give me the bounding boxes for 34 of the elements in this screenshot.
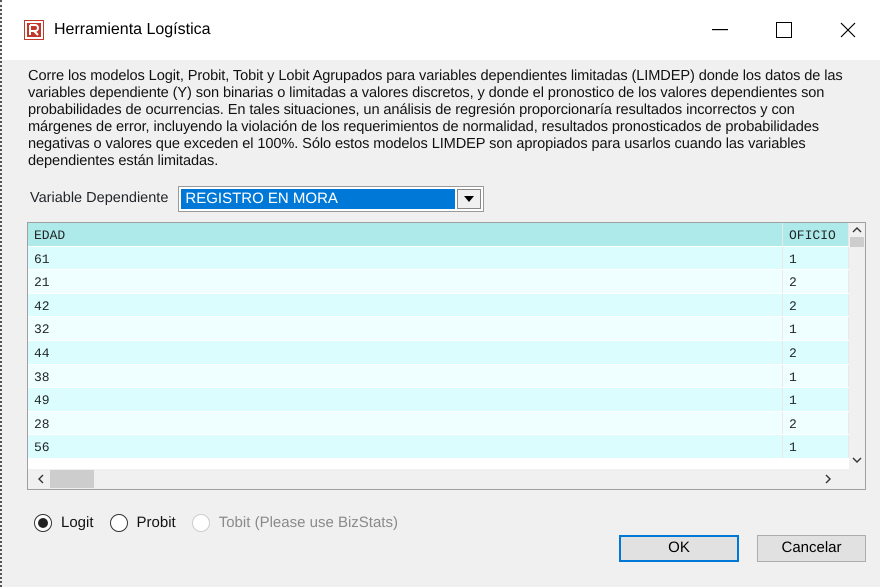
minimize-icon[interactable] (712, 29, 728, 31)
table-cell: 28 (28, 412, 783, 434)
column-header: EDAD (28, 223, 783, 246)
description-text: Corre los modelos Logit, Probit, Tobit y Lobit Agrupados para variables dependientes limitadas (LIMDEP) donde los datos de las variables dependiente (Y) son binarias o limitadas a valores discretos, y donde el pronostico de los valores dependientes son probabilidades de ocurrencias. En tales situaciones, un análisis de regresión proporcionaría resultados incorrectos y con márgenes de error, incluyendo la violación de los requerimientos de normalidad, resultados pronosticados de probabilidades negativas o valores que exceden el 100%. Sólo estos modelos LIMDEP son apropiados para usarlos cuando las variables dependientes están limitadas. (28, 68, 844, 170)
radio-button[interactable] (34, 514, 52, 532)
scroll-left-icon[interactable] (38, 474, 44, 484)
scroll-down-icon[interactable] (852, 457, 862, 463)
scroll-thumb[interactable] (50, 470, 94, 488)
table-cell: 38 (28, 364, 783, 388)
table-cell: 44 (28, 340, 783, 364)
dependent-variable-label: Variable Dependiente (30, 189, 168, 208)
horizontal-scrollbar[interactable] (28, 469, 865, 489)
close-icon[interactable] (840, 22, 856, 38)
app-logo-icon (24, 20, 44, 40)
radio-button[interactable] (110, 514, 128, 532)
maximize-icon[interactable] (776, 22, 792, 38)
scroll-right-icon[interactable] (825, 474, 831, 484)
dialog-button[interactable]: Cancelar (757, 534, 866, 562)
vertical-scrollbar[interactable] (849, 223, 865, 469)
dialog-button[interactable]: OK (619, 534, 739, 562)
table-cell: 21 (28, 270, 783, 293)
window-title: Herramienta Logística (54, 20, 212, 40)
table-cell: 32 (28, 317, 783, 340)
table-cell: 49 (28, 388, 783, 411)
dependent-variable-dropdown[interactable]: REGISTRO EN MORA (178, 186, 484, 212)
table-cell: 42 (28, 294, 783, 316)
caret-icon[interactable] (464, 196, 474, 202)
table-cell: 61 (28, 246, 783, 270)
table-cell: 56 (28, 435, 783, 458)
radio-label: Logit (61, 513, 94, 533)
radio-label: Tobit (Please use BizStats) (218, 513, 398, 533)
scroll-up-icon[interactable] (852, 227, 862, 233)
scroll-thumb[interactable] (850, 237, 864, 247)
radio-label: Probit (136, 513, 176, 533)
